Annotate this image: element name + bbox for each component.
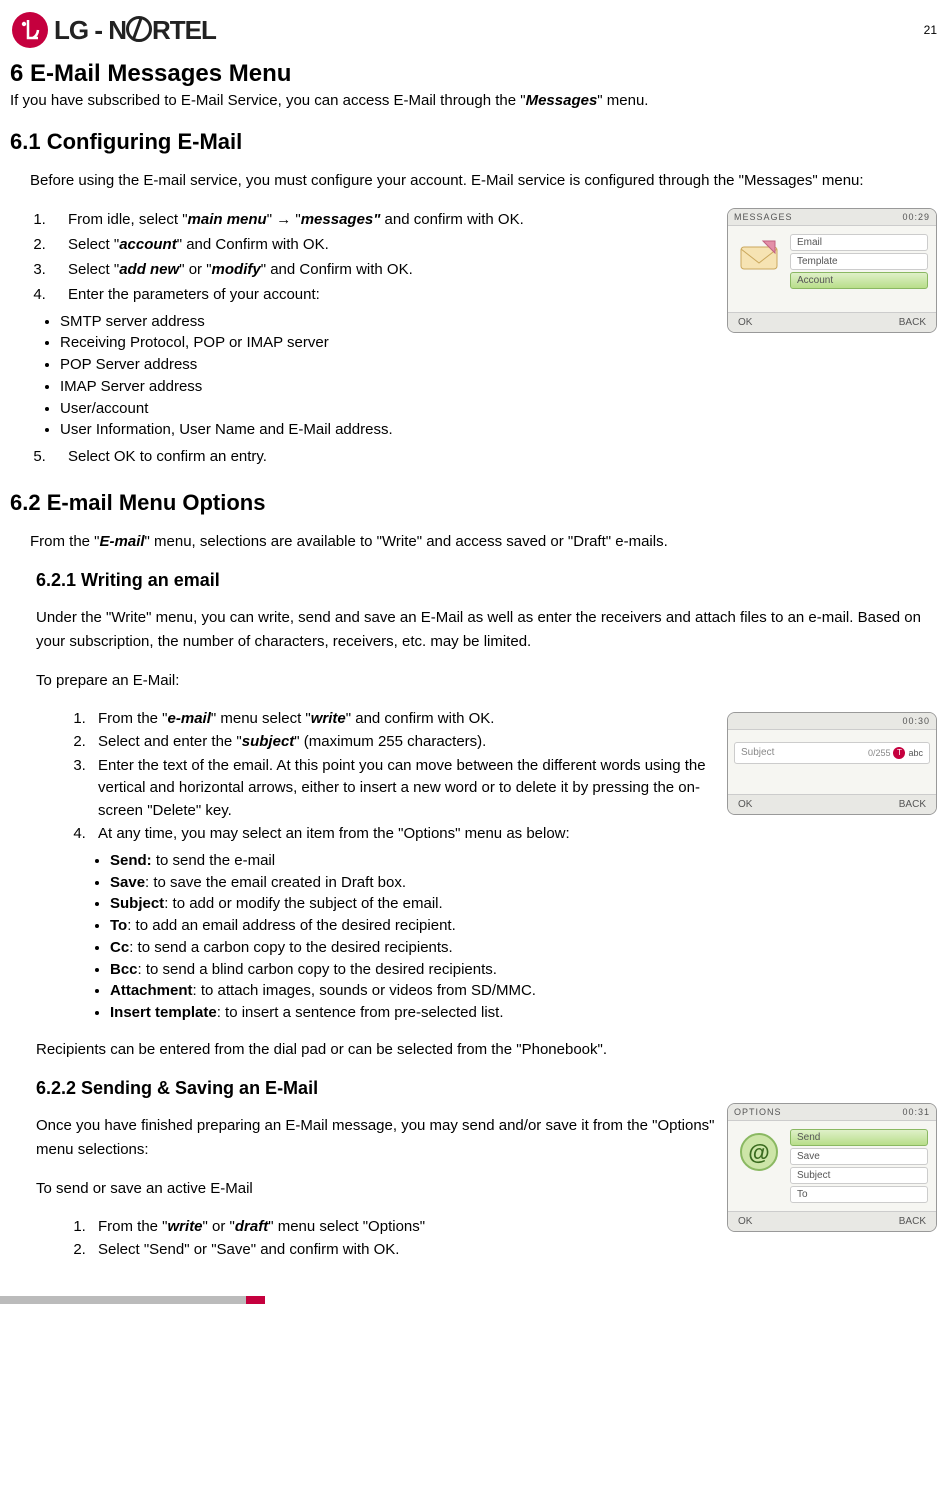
t9-icon: T [893,747,905,759]
p-6-2: From the "E-mail" menu, selections are a… [30,531,937,554]
list-item: Subject: to add or modify the subject of… [110,893,937,915]
ul-6-2-1: Send: to send the e-mailSave: to save th… [110,850,937,1024]
heading-6-2-2: 6.2.2 Sending & Saving an E-Mail [36,1078,937,1099]
list-item: IMAP Server address [60,376,937,398]
envelope-icon [736,234,782,280]
at-sign-icon: @ [736,1129,782,1175]
heading-6-2-1: 6.2.1 Writing an email [36,570,937,591]
phone-menu-item: Email [790,234,928,251]
list-item: Send: to send the e-mail [110,850,937,872]
list-item: Bcc: to send a blind carbon copy to the … [110,959,937,981]
phone-menu-item: Send [790,1129,928,1146]
heading-6-1: 6.1 Configuring E-Mail [10,129,937,155]
phone-screenshot-messages: MESSAGES00:29 EmailTemplateAccount OKBAC… [727,208,937,333]
phone-menu-item: Save [790,1148,928,1165]
brand-logo: LG - NRTEL [10,10,216,50]
list-item: User Information, User Name and E-Mail a… [60,419,937,441]
page-header: LG - NRTEL 21 [10,10,937,50]
svg-text:@: @ [748,1140,769,1165]
intro-paragraph: If you have subscribed to E-Mail Service… [10,90,937,111]
list-item: Cc: to send a carbon copy to the desired… [110,937,937,959]
phone-screenshot-write: 00:30 Subject 0/255 T abc OKBACK [727,712,937,815]
page-number: 21 [924,23,937,37]
heading-6: 6 E-Mail Messages Menu [10,60,937,88]
list-item: Select OK to confirm an entry. [50,445,937,468]
phone-screenshot-options: OPTIONS00:31 @ SendSaveSubjectTo OKBACK [727,1103,937,1232]
phone-menu-item: Account [790,272,928,289]
list-item: Receiving Protocol, POP or IMAP server [60,332,937,354]
p-6-1: Before using the E-mail service, you mus… [30,170,937,193]
footer-decoration [0,1296,947,1304]
p-6-2-1-b: To prepare an E-Mail: [36,669,937,693]
p-6-2-1-c: Recipients can be entered from the dial … [36,1038,937,1062]
list-item: Insert template: to insert a sentence fr… [110,1002,937,1024]
list-item: To: to add an email address of the desir… [110,915,937,937]
list-item: POP Server address [60,354,937,376]
list-item: Select "Send" or "Save" and confirm with… [90,1239,937,1262]
p-6-2-1-a: Under the "Write" menu, you can write, s… [36,606,937,654]
heading-6-2: 6.2 E-mail Menu Options [10,490,937,516]
list-item: User/account [60,398,937,420]
list-item: At any time, you may select an item from… [90,823,937,846]
phone-menu-item: To [790,1186,928,1203]
list-item: Attachment: to attach images, sounds or … [110,980,937,1002]
list-item: Save: to save the email created in Draft… [110,872,937,894]
phone-menu-item: Subject [790,1167,928,1184]
phone-menu-item: Template [790,253,928,270]
